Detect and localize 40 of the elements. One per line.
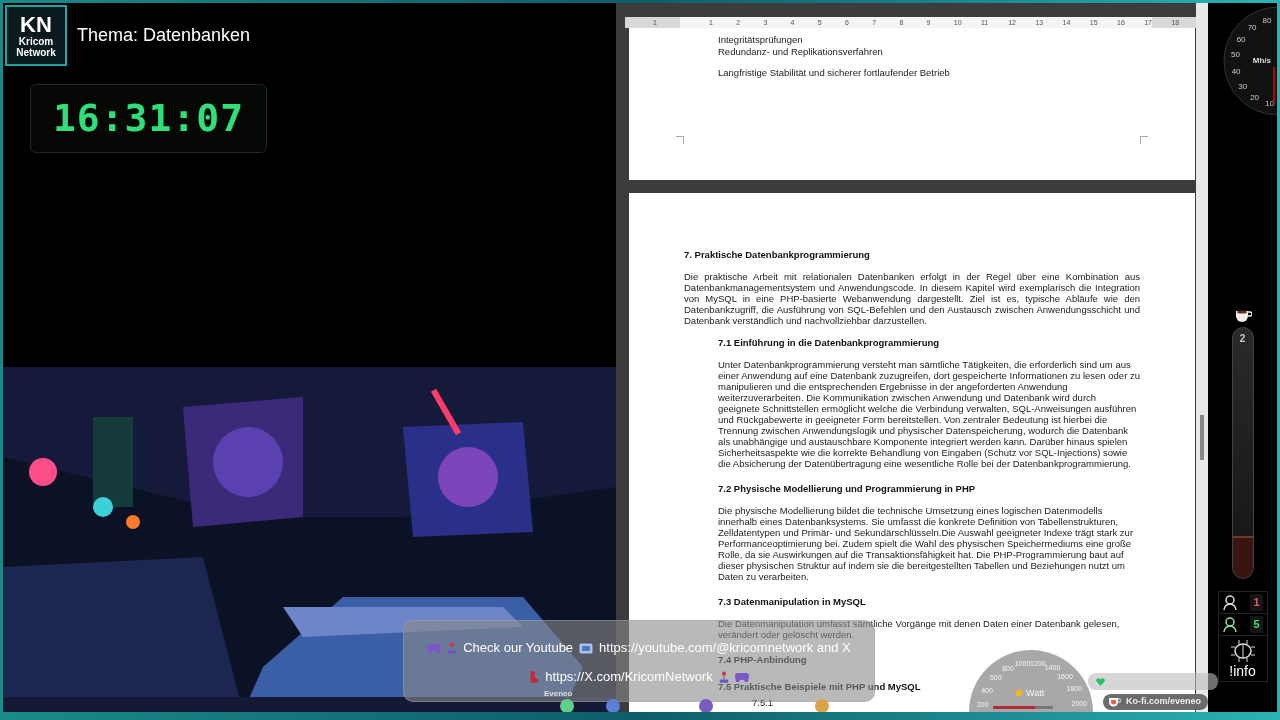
boot-icon	[529, 671, 540, 683]
user-count: 5	[1250, 616, 1263, 633]
monitor-icon	[579, 642, 594, 654]
info-command: !info	[1229, 663, 1256, 679]
user-icon	[1222, 617, 1237, 632]
user-icon	[1222, 595, 1237, 610]
user-count: 1	[1250, 594, 1263, 611]
logo-name: Kricom Network	[15, 35, 57, 58]
joystick-icon	[447, 642, 458, 654]
logo-initials: KN	[20, 13, 52, 36]
gamepad-icon	[427, 642, 442, 654]
document-line: Langfristige Stabilität und sicherer fortlaufender Betrieb	[718, 67, 950, 79]
stream-title: Thema: Datenbanken	[77, 24, 251, 47]
document-line: Redundanz- und Replikationsverfahren	[718, 45, 883, 57]
paragraph: Die Datenmanipulation umfasst sämtliche Vorgänge mit denen Daten einer Datenbank gelesen, verändert oder gelöscht werden.	[718, 618, 1121, 640]
subsection-heading: 7.5 Praktische Beispiele mit PHP und MySQL	[718, 681, 921, 693]
meter-count: 2	[1239, 332, 1246, 346]
document-line: Integritätsprüfungen	[718, 34, 803, 46]
subsection-heading: 7.2 Physische Modellierung und Programmierung in PHP	[718, 483, 976, 495]
gamepad-icon	[734, 671, 749, 683]
subsection-number: 7.5.1	[752, 697, 774, 708]
coffee-cup-icon	[1233, 307, 1252, 323]
brain-circuit-icon	[1229, 639, 1256, 663]
indicator-dot	[1015, 689, 1023, 697]
subsection-heading: 7.1 Einführung in die Datenbankprogrammierung	[718, 337, 940, 349]
paragraph: Die physische Modellierung bildet die technische Umsetzung eines logischen Datenmodells innerhalb eines Datenbanksystems. Sie umfasst die konkrete Definition von Tabellenstrukturen, Zelldatentypen und Primär- und Sekundärschlüsseln.Die Auswahl geeigneter Indexe trägt stark zur Performanceoptimierung bei. Zudem spielt die Wahl des physischen Speichermediums eine große Rolle, da sie Auswirkungen auf die Transaktionsfähigkeit hat. Die PHP-Programmierung baut auf dieser physischen Struktur auf indem sie die bereitgestellten Tabellen und Beziehungen nutzt um Daten zu verarbeiten.	[718, 505, 1135, 582]
notification-text: Check our Youtube	[463, 642, 574, 654]
cup-icon	[1108, 697, 1121, 707]
joystick-icon	[718, 671, 729, 683]
section-heading: 7. Praktische Datenbankprogrammierung	[684, 249, 870, 261]
digital-clock: 16:31:07	[30, 84, 267, 153]
subsection-heading: 7.3 Datenmanipulation in MySQL	[718, 596, 866, 608]
heart-icon	[1096, 677, 1105, 686]
paragraph: Die praktische Arbeit mit relationalen Datenbanken erfolgt in der Regel über eine Kombination aus Datenbankmanagementsystem und Anwendungscode. In diesem Kapitel wird exemplarisch die Integration von MySQL in eine PHP-basierte Webanwendung dargestellt. Ziel ist es, typische Abläufe wie den Datenbankzugriff, die Ausführung von SQL-Befehlen und den Austausch zwischen Anwendungsschicht und Datenbank verständlich und nachvollziehbar darzustellen.	[684, 271, 1140, 326]
subsection-heading: 7.4 PHP-Anbindung	[718, 654, 807, 666]
avatar-name: Eveneo	[544, 689, 573, 698]
gauge-unit: Mh/s	[1252, 55, 1271, 67]
paragraph: Unter Datenbankprogrammierung versteht man sämtliche Tätigkeiten, die erforderlich sind um aus einer Anwendung auf eine Datenbank zuzugreifen, dort gespeicherte Informationen zu lesen oder zu manipulieren und die entsprechenden Ergebnisse in der angeforderten Anwendung weiterzuverarbeiten. Die Kommunikation zwischen Anwendung und Datenbank wird durch geeignete Schnittstellen ermöglicht welche die Verbindung verwalten, SQL-Anweisungen ausführen und Rückgabewerte in geeigneter Form bereitstellen. Von zentraler Bedeutung ist hierbei die Trennung zwischen Anwendungslogik und physischer Datenspeicherung, wodurch die Datenbank als unabhängige und austauschbare Komponente integriert werden kann. Darüber hinaus spielen Sicherheitsaspekte wie die korrekte Behandlung von Eingaben (Schutz vor SQL-Injections) sowie die Absicherung der Datenübertragung eine wesentliche Rolle bei der Datenbankprogrammierung.	[718, 359, 1140, 469]
kofi-text: Ko-fi.com/eveneo	[1126, 695, 1201, 709]
kofi-link[interactable]: Ko-fi.com/eveneo	[1103, 694, 1208, 710]
